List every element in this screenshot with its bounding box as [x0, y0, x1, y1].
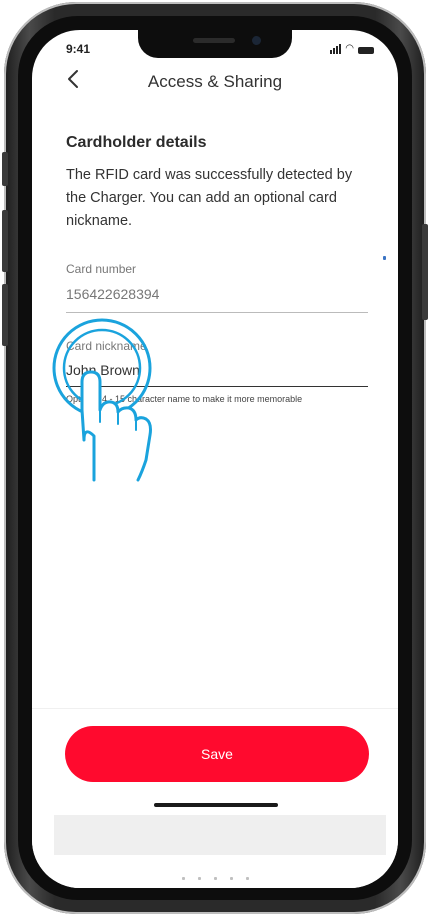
card-number-value: 156422628394 [66, 286, 160, 302]
status-time: 9:41 [66, 42, 91, 56]
status-icons: ◠ [330, 42, 374, 54]
front-camera [252, 36, 261, 45]
speaker-grille [193, 38, 235, 43]
side-button [422, 224, 428, 320]
bottom-dot [214, 877, 217, 880]
scroll-marker [383, 256, 386, 260]
side-button [2, 152, 8, 186]
section-description: The RFID card was successfully detected … [66, 167, 353, 229]
wifi-icon: ◠ [345, 43, 354, 54]
phone-frame: 9:41 ◠ Access & Sharing Cardholder detai… [2, 2, 428, 914]
home-indicator [154, 803, 278, 807]
phone-screen: 9:41 ◠ Access & Sharing Cardholder detai… [32, 30, 398, 888]
card-nickname-underline [66, 386, 368, 387]
card-nickname-label: Card nickname [66, 339, 147, 353]
card-nickname-helper: Optional 4 - 15 character name to make i… [66, 394, 303, 404]
bottom-dot [182, 877, 185, 880]
signal-icon [330, 44, 342, 54]
save-button[interactable]: Save [65, 726, 369, 782]
side-button [2, 210, 8, 272]
section-title: Cardholder details [66, 134, 207, 151]
card-number-label: Card number [66, 262, 137, 276]
bottom-dot [198, 877, 201, 880]
bottom-dot [230, 877, 233, 880]
bottom-dot [246, 877, 249, 880]
page-title: Access & Sharing [147, 72, 283, 91]
card-number-underline [66, 312, 368, 313]
app-header: Access & Sharing [32, 66, 398, 110]
battery-icon [358, 47, 374, 54]
side-button [2, 284, 8, 346]
card-nickname-value: John Brown [66, 362, 140, 378]
notch [138, 30, 292, 58]
bottom-strip [54, 815, 386, 855]
